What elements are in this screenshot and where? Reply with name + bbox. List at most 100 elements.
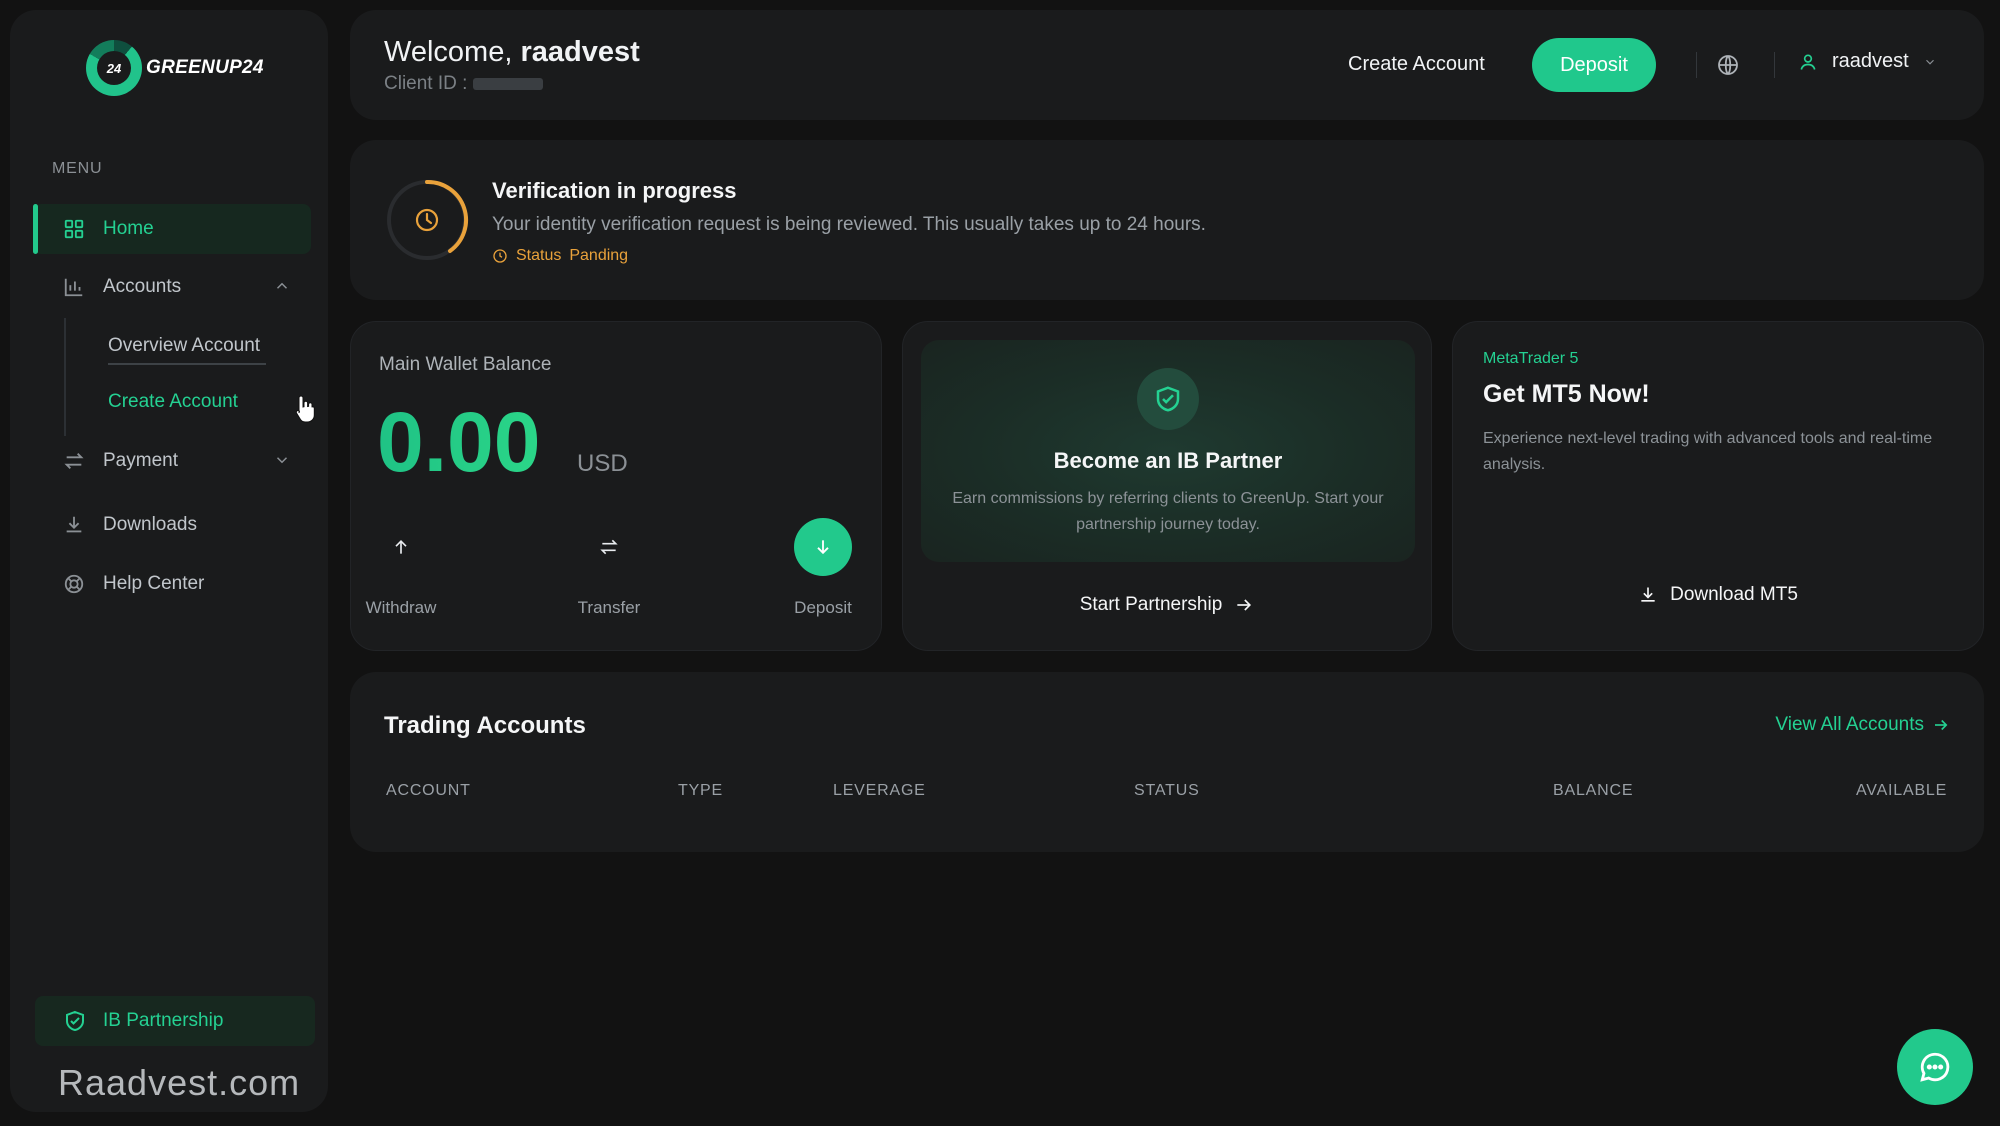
wallet-currency: USD [577, 450, 628, 477]
client-id-label: Client ID : [384, 73, 468, 94]
menu-heading: MENU [52, 160, 103, 177]
arrow-right-icon [1237, 599, 1252, 611]
arrow-right-icon [1935, 719, 1948, 731]
progress-ring-clock-icon [387, 179, 469, 260]
status-label: Status [516, 247, 562, 264]
transfer-label: Transfer [577, 598, 641, 617]
sidebar-item-help-center[interactable]: Help Center [33, 559, 311, 609]
sidebar-item-label: Home [103, 218, 154, 239]
status-value: Panding [569, 247, 629, 264]
verification-title: Verification in progress [492, 178, 737, 203]
sidebar-item-accounts[interactable]: Accounts [33, 262, 311, 312]
verification-banner: Verification in progress Your identity v… [350, 140, 1984, 300]
start-partnership-label: Start Partnership [1079, 594, 1223, 615]
deposit-button[interactable] [794, 518, 852, 576]
header-deposit-button[interactable]: Deposit [1532, 38, 1656, 92]
swap-icon [63, 450, 85, 472]
ib-partnership-label: IB Partnership [103, 1010, 224, 1031]
handshake-shield-icon [66, 1010, 84, 1032]
mt5-title: Get MT5 Now! [1483, 380, 1650, 408]
grid-icon [63, 218, 85, 240]
chevron-up-icon [276, 282, 288, 289]
sidebar-item-label: Accounts [103, 276, 182, 297]
ib-partner-description: Earn commissions by referring clients to… [952, 490, 1384, 533]
user-menu-name: raadvest [1832, 50, 1909, 72]
lifebuoy-icon [63, 573, 85, 595]
download-icon [1641, 587, 1655, 602]
sidebar-subitem-create-account[interactable]: Create Account [108, 391, 238, 413]
submenu-rail [64, 318, 66, 436]
chat-support-button[interactable] [1897, 1029, 1973, 1105]
bar-chart-icon [63, 276, 85, 298]
sidebar-item-label: Payment [103, 450, 178, 471]
logo-mark-icon: 24 [86, 40, 142, 96]
logo-mark-text: 24 [106, 60, 122, 76]
chevron-down-icon [1925, 59, 1934, 65]
swap-icon [600, 539, 618, 555]
mt5-kicker: MetaTrader 5 [1483, 350, 1579, 367]
sidebar-item-payment[interactable]: Payment [33, 436, 311, 486]
ib-partner-card: Become an IB Partner Earn commissions by… [902, 321, 1432, 651]
sidebar-item-ib-partnership[interactable]: IB Partnership [35, 996, 315, 1046]
view-all-accounts-link[interactable]: View All Accounts [1775, 714, 1950, 736]
sidebar-item-label: Help Center [103, 573, 205, 594]
header-divider [1774, 52, 1775, 78]
mt5-card: MetaTrader 5 Get MT5 Now! Experience nex… [1452, 321, 1984, 651]
logo-text: GREENUP24 [146, 57, 264, 78]
page-title: Welcome, raadvest [384, 36, 640, 69]
chevron-down-icon [276, 457, 288, 464]
verification-status-badge: Status Panding [492, 247, 628, 265]
transfer-action[interactable]: Transfer [549, 518, 669, 618]
transfer-button[interactable] [580, 518, 638, 576]
sidebar-item-label: Downloads [103, 514, 197, 535]
clock-icon [493, 249, 507, 263]
ib-partner-highlight: Become an IB Partner Earn commissions by… [921, 340, 1415, 562]
user-menu[interactable]: raadvest [1798, 50, 1937, 73]
client-id-masked-value [473, 78, 544, 90]
sidebar: 24 GREENUP24 MENU Home Accounts Overview… [10, 10, 328, 1112]
mt5-description: Experience next-level trading with advan… [1483, 430, 1933, 473]
column-header-leverage[interactable]: LEVERAGE [833, 782, 926, 800]
sidebar-item-downloads[interactable]: Downloads [33, 500, 311, 550]
welcome-prefix: Welcome, [384, 36, 521, 68]
withdraw-button[interactable] [372, 518, 430, 576]
column-header-status[interactable]: STATUS [1134, 782, 1200, 800]
download-icon [63, 514, 85, 536]
welcome-username: raadvest [520, 36, 640, 68]
wallet-label: Main Wallet Balance [379, 354, 552, 375]
wallet-balance-amount: 0.00 [377, 395, 541, 489]
brand-logo[interactable]: 24 GREENUP24 [86, 40, 264, 96]
download-mt5-link[interactable]: Download MT5 [1453, 584, 1983, 606]
arrow-down-icon [817, 540, 829, 555]
globe-icon[interactable] [1716, 53, 1740, 77]
header-divider [1696, 52, 1697, 78]
chat-bubble-icon [1920, 1052, 1950, 1082]
top-header: Welcome, raadvest Client ID : Create Acc… [350, 10, 1984, 120]
trading-accounts-panel: Trading Accounts View All Accounts ACCOU… [350, 672, 1984, 852]
user-icon [1800, 54, 1816, 70]
handshake-shield-icon [1137, 368, 1199, 430]
download-mt5-label: Download MT5 [1670, 584, 1798, 605]
ib-partner-title: Become an IB Partner [1053, 448, 1283, 473]
verification-description: Your identity verification request is be… [492, 214, 1206, 235]
wallet-card: Main Wallet Balance 0.00 USD Withdraw Tr… [350, 321, 882, 651]
hand-pointer-cursor-icon [295, 395, 315, 423]
trading-accounts-title: Trading Accounts [384, 712, 586, 739]
withdraw-action[interactable]: Withdraw [341, 518, 461, 618]
deposit-action[interactable]: Deposit [763, 518, 883, 618]
header-create-account-link[interactable]: Create Account [1348, 53, 1485, 76]
withdraw-label: Withdraw [365, 598, 437, 617]
client-id: Client ID : [384, 73, 544, 95]
start-partnership-link[interactable]: Start Partnership [903, 594, 1431, 616]
deposit-label: Deposit [794, 598, 852, 617]
arrow-up-icon [395, 539, 407, 554]
sidebar-item-home[interactable]: Home [33, 204, 311, 254]
column-header-balance[interactable]: BALANCE [1553, 782, 1633, 800]
view-all-accounts-label: View All Accounts [1775, 714, 1924, 735]
sidebar-subitem-overview-account[interactable]: Overview Account [108, 335, 267, 365]
column-header-available[interactable]: AVAILABLE [1856, 782, 1947, 800]
watermark-text: Raadvest.com [58, 1062, 301, 1103]
app: 24 GREENUP24 MENU Home Accounts Overview… [0, 0, 2000, 1126]
column-header-account[interactable]: ACCOUNT [386, 782, 471, 800]
column-header-type[interactable]: TYPE [678, 782, 723, 800]
